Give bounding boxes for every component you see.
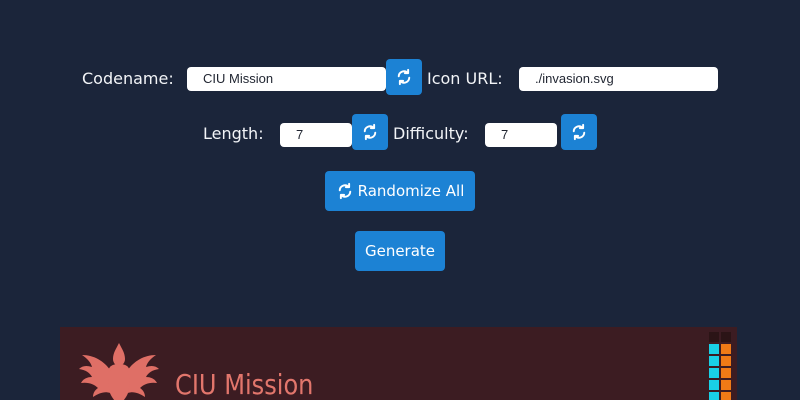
refresh-icon <box>361 123 379 141</box>
refresh-icon <box>395 68 413 86</box>
meter-cell <box>721 344 731 354</box>
length-input[interactable] <box>280 123 352 147</box>
meter-cell <box>721 380 731 390</box>
difficulty-input[interactable] <box>485 123 557 147</box>
meter-cell <box>721 368 731 378</box>
randomize-length-button[interactable] <box>352 114 388 150</box>
meter-cell <box>721 392 731 400</box>
randomize-difficulty-button[interactable] <box>561 114 597 150</box>
randomize-all-button[interactable]: Randomize All <box>325 171 475 211</box>
refresh-icon <box>570 123 588 141</box>
randomize-all-label: Randomize All <box>357 182 465 200</box>
meter-cell <box>709 344 719 354</box>
randomize-codename-button[interactable] <box>386 59 422 95</box>
icon-url-label: Icon URL: <box>427 69 503 88</box>
meter-cell <box>709 332 719 342</box>
generate-button[interactable]: Generate <box>355 231 445 271</box>
codename-label: Codename: <box>82 69 174 88</box>
meter-cell <box>709 392 719 400</box>
refresh-icon <box>336 182 354 200</box>
meter-cell <box>709 368 719 378</box>
icon-url-input[interactable] <box>519 67 718 91</box>
mission-preview-card: CIU Mission <box>60 327 737 400</box>
length-label: Length: <box>203 124 264 143</box>
mission-generator-page: Codename: Icon URL: Length: <box>0 0 800 400</box>
codename-icon-row: Codename: Icon URL: <box>0 59 800 97</box>
meter-cell <box>709 356 719 366</box>
phoenix-emblem-icon <box>78 341 160 400</box>
difficulty-label: Difficulty: <box>393 124 469 143</box>
length-difficulty-row: Length: Difficulty: <box>0 114 800 152</box>
meter-cell <box>709 380 719 390</box>
meter-cell <box>721 356 731 366</box>
preview-title: CIU Mission <box>175 368 314 400</box>
meter-cell <box>721 332 731 342</box>
codename-input[interactable] <box>187 67 386 91</box>
difficulty-meter <box>709 332 733 400</box>
